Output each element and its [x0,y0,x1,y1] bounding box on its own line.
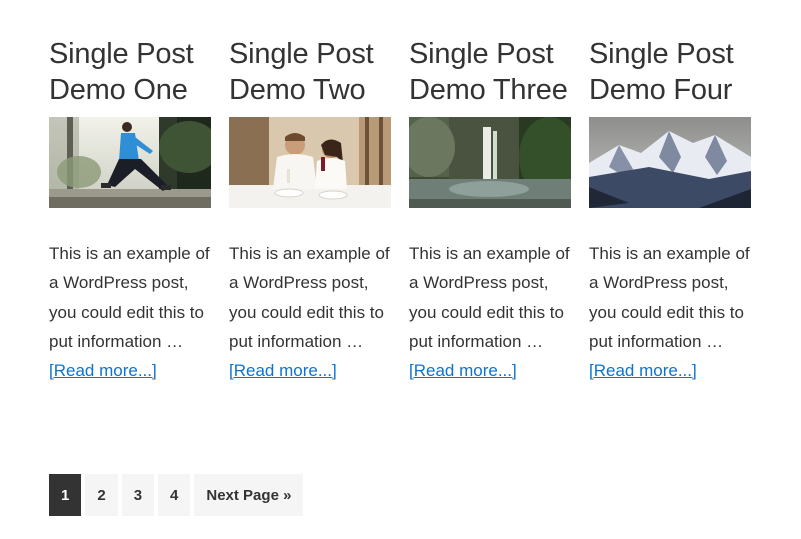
post-thumbnail-mountains[interactable] [589,117,751,208]
post-excerpt: This is an example of a WordPress post, … [49,239,211,385]
excerpt-line: you could edit this to [49,302,204,322]
excerpt-line: This is an example of [589,244,750,263]
post-title[interactable]: Single Post Demo Two [229,36,391,108]
excerpt-line: a WordPress post, [589,273,729,293]
post-card-2: Single Post Demo Two This is an example … [229,36,391,385]
runner-stretching-image [49,117,211,208]
post-title[interactable]: Single Post Demo Three [409,36,571,108]
post-excerpt: This is an example of a WordPress post, … [589,239,751,385]
excerpt-line: a WordPress post, [229,273,369,293]
next-page-button[interactable]: Next Page » [194,474,304,516]
excerpt-line: put information … [229,331,364,351]
post-card-3: Single Post Demo Three This is an exampl… [409,36,571,385]
post-title-line[interactable]: Demo One [49,72,211,108]
post-thumbnail-waterfall[interactable] [409,117,571,208]
excerpt-line: you could edit this to [409,302,564,322]
page-3-button[interactable]: 3 [121,474,155,516]
page-1-button[interactable]: 1 [49,474,82,516]
excerpt-line: put information … [49,331,184,351]
post-thumbnail-couple[interactable] [229,117,391,208]
page-4-button[interactable]: 4 [158,474,191,516]
couple-dining-image [229,117,391,208]
post-title[interactable]: Single Post Demo Four [589,36,751,108]
post-excerpt: This is an example of a WordPress post, … [409,239,571,385]
waterfall-image [409,117,571,208]
excerpt-line: a WordPress post, [49,273,189,293]
read-more-link[interactable]: [Read more...] [409,356,517,385]
excerpt-line: put information … [589,331,724,351]
read-more-link[interactable]: [Read more...] [229,356,337,385]
excerpt-line: This is an example of [229,244,390,263]
post-title-line[interactable]: Single Post [229,36,391,72]
post-title[interactable]: Single Post Demo One [49,36,211,108]
excerpt-line: you could edit this to [229,302,384,322]
post-title-line[interactable]: Single Post [409,36,571,72]
post-card-4: Single Post Demo Four This is an example… [589,36,751,385]
excerpt-line: a WordPress post, [409,273,549,293]
snowy-mountains-image [589,117,751,208]
pagination: 1 2 3 4 Next Page » [49,474,304,516]
post-title-line[interactable]: Demo Two [229,72,391,108]
post-title-line[interactable]: Single Post [49,36,211,72]
post-excerpt: This is an example of a WordPress post, … [229,239,391,385]
post-thumbnail-runner[interactable] [49,117,211,208]
excerpt-line: This is an example of [49,244,210,263]
read-more-link[interactable]: [Read more...] [589,356,697,385]
read-more-link[interactable]: [Read more...] [49,356,157,385]
excerpt-line: you could edit this to [589,302,744,322]
page-2-button[interactable]: 2 [85,474,118,516]
post-card-1: Single Post Demo One This is an example … [49,36,211,385]
post-title-line[interactable]: Demo Three [409,72,571,108]
excerpt-line: This is an example of [409,244,570,263]
excerpt-line: put information … [409,331,544,351]
post-title-line[interactable]: Demo Four [589,72,751,108]
post-title-line[interactable]: Single Post [589,36,751,72]
